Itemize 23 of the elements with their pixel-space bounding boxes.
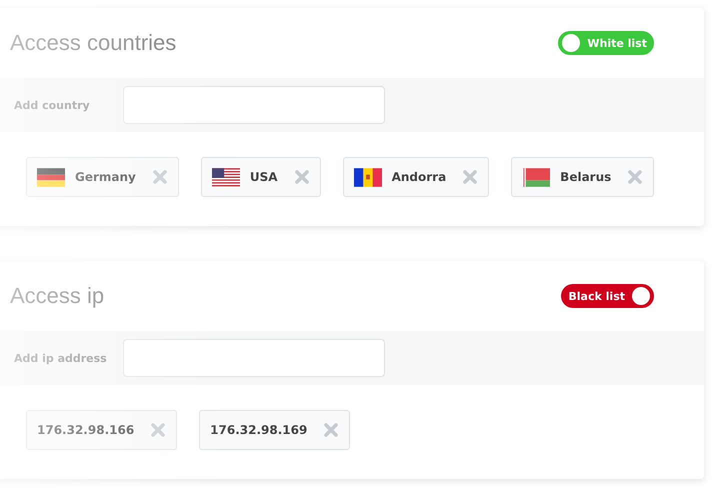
tag-label: USA [250, 170, 279, 184]
list-toggle[interactable]: Black list [561, 284, 654, 308]
remove-icon[interactable] [462, 169, 478, 185]
tag-label: Andorra [392, 170, 448, 184]
input-field[interactable] [123, 339, 385, 377]
field-label: Add country [14, 98, 91, 112]
tag-label: Germany [75, 170, 137, 184]
remove-icon[interactable] [152, 169, 168, 185]
section-title: Access ip [10, 283, 104, 309]
remove-icon[interactable] [150, 422, 166, 438]
tag-label: Belarus [560, 170, 612, 184]
remove-icon[interactable] [294, 169, 310, 185]
remove-icon[interactable] [627, 169, 644, 185]
section-title: Access countries [10, 30, 176, 56]
flag-icon [354, 168, 382, 186]
flag-icon [212, 168, 240, 186]
flag-icon [522, 168, 550, 186]
flag-icon [37, 168, 65, 186]
field-label: Add ip address [14, 352, 108, 364]
tag-label: 176.32.98.169 [210, 423, 308, 437]
input-field[interactable] [123, 86, 385, 124]
remove-icon[interactable] [323, 422, 340, 438]
tag-label: 176.32.98.166 [37, 423, 136, 437]
